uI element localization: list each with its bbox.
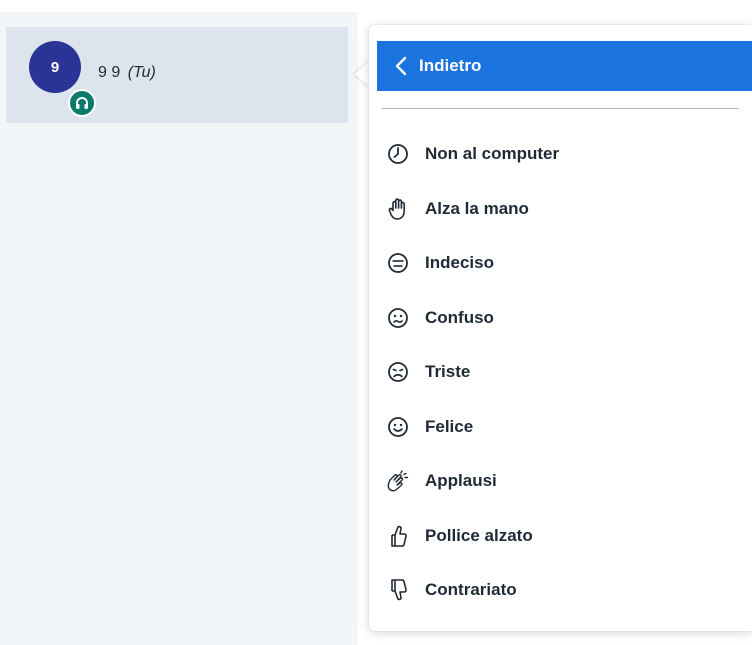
menu-item-away[interactable]: Non al computer bbox=[369, 127, 752, 182]
menu-item-sad[interactable]: Triste bbox=[369, 345, 752, 400]
status-options-list: Non al computer Alza la mano Indeciso Co… bbox=[369, 127, 752, 618]
menu-item-thumbs-up[interactable]: Pollice alzato bbox=[369, 509, 752, 564]
user-list-item[interactable]: 9 9 9 (Tu) bbox=[6, 27, 348, 123]
menu-item-label: Pollice alzato bbox=[425, 525, 533, 545]
happy-face-icon bbox=[383, 412, 413, 442]
user-display-name: 9 9 bbox=[98, 64, 121, 81]
menu-item-undecided[interactable]: Indeciso bbox=[369, 236, 752, 291]
menu-item-label: Contrariato bbox=[425, 580, 517, 600]
page: 9 9 9 (Tu) Indietro Non al computer Alza… bbox=[0, 0, 752, 645]
panel-top-strip bbox=[0, 0, 358, 12]
confused-face-icon bbox=[383, 303, 413, 333]
back-button[interactable]: Indietro bbox=[377, 41, 752, 91]
menu-item-label: Alza la mano bbox=[425, 198, 529, 218]
user-name: 9 9 (Tu) bbox=[98, 64, 156, 82]
avatar-initial: 9 bbox=[50, 58, 60, 76]
menu-item-applause[interactable]: Applausi bbox=[369, 454, 752, 509]
clock-icon bbox=[383, 139, 413, 169]
you-label: (Tu) bbox=[127, 64, 156, 81]
user-list-panel: 9 9 9 (Tu) bbox=[0, 0, 358, 645]
thumbs-down-icon bbox=[383, 575, 413, 605]
menu-item-label: Triste bbox=[425, 362, 471, 382]
raised-hand-icon bbox=[383, 194, 413, 224]
avatar: 9 bbox=[29, 41, 81, 93]
menu-item-label: Felice bbox=[425, 416, 474, 436]
menu-item-confused[interactable]: Confuso bbox=[369, 291, 752, 346]
menu-item-label: Confuso bbox=[425, 307, 494, 327]
clapping-hands-icon bbox=[383, 466, 413, 496]
menu-caret bbox=[355, 60, 370, 88]
menu-divider bbox=[382, 108, 739, 109]
menu-item-label: Non al computer bbox=[425, 144, 560, 164]
menu-item-happy[interactable]: Felice bbox=[369, 400, 752, 455]
sad-face-icon bbox=[383, 357, 413, 387]
menu-item-label: Applausi bbox=[425, 471, 497, 491]
chevron-left-icon bbox=[383, 56, 419, 76]
headphones-icon bbox=[68, 89, 96, 117]
status-menu: Indietro Non al computer Alza la mano In… bbox=[369, 25, 752, 631]
menu-item-raise-hand[interactable]: Alza la mano bbox=[369, 182, 752, 237]
back-button-label: Indietro bbox=[419, 56, 482, 75]
menu-item-thumbs-down[interactable]: Contrariato bbox=[369, 563, 752, 618]
neutral-face-icon bbox=[383, 248, 413, 278]
menu-item-label: Indeciso bbox=[425, 253, 494, 273]
thumbs-up-icon bbox=[383, 521, 413, 551]
